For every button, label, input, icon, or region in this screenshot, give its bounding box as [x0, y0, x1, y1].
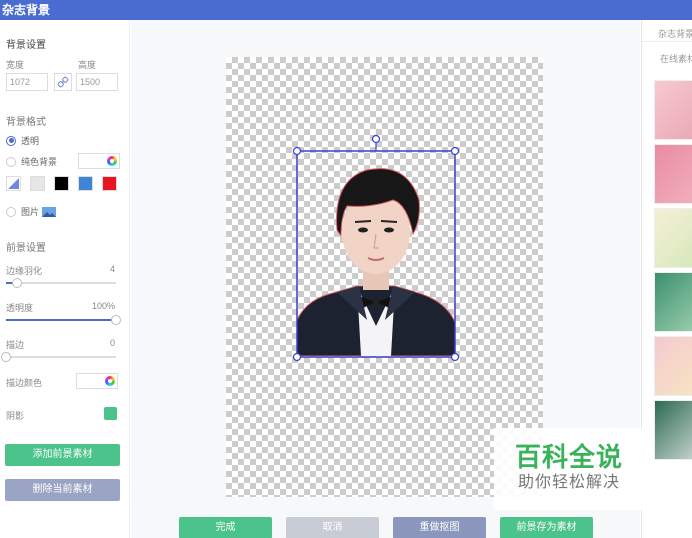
opacity-label: 透明度: [6, 303, 34, 313]
resize-handle-bl[interactable]: [292, 352, 302, 362]
feather-slider[interactable]: [6, 278, 116, 288]
swatch-red[interactable]: [102, 176, 117, 191]
bg-color-picker[interactable]: [78, 153, 120, 169]
stroke-color-label: 描边颜色: [6, 378, 43, 388]
right-panel-title: 杂志背景: [658, 29, 692, 39]
bg-format-title: 背景格式: [6, 117, 46, 128]
feather-label: 边缘羽化: [6, 266, 43, 276]
radio-transparent[interactable]: 透明: [6, 134, 39, 147]
stroke-label: 描边: [6, 340, 25, 350]
pen-icon: [8, 178, 19, 189]
radio-image-label: 图片: [21, 207, 40, 217]
window-title: 杂志背景: [0, 0, 692, 20]
radio-solid-label: 纯色背景: [21, 157, 58, 167]
radio-image[interactable]: 图片: [6, 205, 57, 218]
selection-box[interactable]: [292, 131, 460, 362]
material-thumbnail[interactable]: [654, 144, 692, 204]
save-fg-as-material-button[interactable]: 前景存为素材: [500, 517, 593, 538]
stroke-slider[interactable]: [1, 352, 116, 362]
width-label: 宽度: [6, 60, 25, 70]
divider: [642, 41, 692, 42]
link-icon: [57, 76, 69, 88]
fg-settings-title: 前景设置: [6, 243, 46, 254]
swatch-gray[interactable]: [30, 176, 45, 191]
feather-slider-thumb[interactable]: [12, 278, 22, 288]
width-input[interactable]: 1072: [6, 73, 48, 91]
rotate-handle[interactable]: [371, 134, 381, 144]
add-fg-material-button[interactable]: 添加前景素材: [5, 444, 120, 466]
shadow-color-swatch[interactable]: [104, 407, 117, 420]
opacity-slider-thumb[interactable]: [111, 315, 121, 325]
stroke-value: 0: [109, 338, 115, 348]
radio-solid[interactable]: 纯色背景: [6, 155, 57, 168]
watermark-sub: 助你轻松解决: [517, 474, 620, 491]
bg-settings-title: 背景设置: [6, 40, 46, 51]
stroke-slider-thumb[interactable]: [1, 352, 11, 362]
opacity-slider-fill: [6, 319, 116, 321]
resize-handle-tr[interactable]: [450, 146, 460, 156]
radio-dot: [6, 156, 16, 167]
height-label: 高度: [78, 60, 97, 70]
material-thumbnail[interactable]: [654, 336, 692, 396]
swatch-blue[interactable]: [78, 176, 93, 191]
height-input[interactable]: 1500: [76, 73, 118, 91]
radio-dot: [6, 206, 16, 217]
opacity-slider[interactable]: [6, 315, 121, 325]
cancel-button[interactable]: 取消: [286, 517, 379, 538]
radio-dot: [6, 135, 16, 146]
material-thumbnail[interactable]: [654, 272, 692, 332]
left-panel: 背景设置 宽度 高度 1072 1500 背景格式 透明 纯色背景 图片 前景设…: [0, 20, 130, 538]
color-wheel-icon: [105, 376, 115, 386]
online-material-tab[interactable]: 在线素材: [660, 52, 692, 65]
shadow-label: 阴影: [6, 411, 25, 421]
right-material-panel: 杂志背景 在线素材: [641, 20, 692, 538]
color-wheel-icon: [107, 156, 117, 166]
delete-current-material-button[interactable]: 删除当前素材: [5, 479, 120, 501]
radio-transparent-label: 透明: [21, 136, 40, 146]
swatch-black[interactable]: [54, 176, 69, 191]
watermark-main: 百科全说: [514, 442, 623, 472]
image-icon: [42, 206, 57, 217]
resize-handle-tl[interactable]: [292, 146, 302, 156]
material-thumbnail[interactable]: [654, 80, 692, 140]
stroke-color-picker[interactable]: [76, 373, 118, 389]
opacity-value: 100%: [91, 301, 115, 311]
watermark: 百科全说 助你轻松解决: [494, 428, 644, 510]
done-button[interactable]: 完成: [179, 517, 272, 538]
redo-cutout-button[interactable]: 重做抠图: [393, 517, 486, 538]
material-thumbnail[interactable]: [654, 208, 692, 268]
resize-handle-br[interactable]: [450, 352, 460, 362]
feather-value: 4: [109, 264, 115, 274]
link-ratio-button[interactable]: [54, 73, 72, 91]
material-thumbnail[interactable]: [654, 400, 692, 460]
swatch-custom[interactable]: [6, 176, 21, 191]
